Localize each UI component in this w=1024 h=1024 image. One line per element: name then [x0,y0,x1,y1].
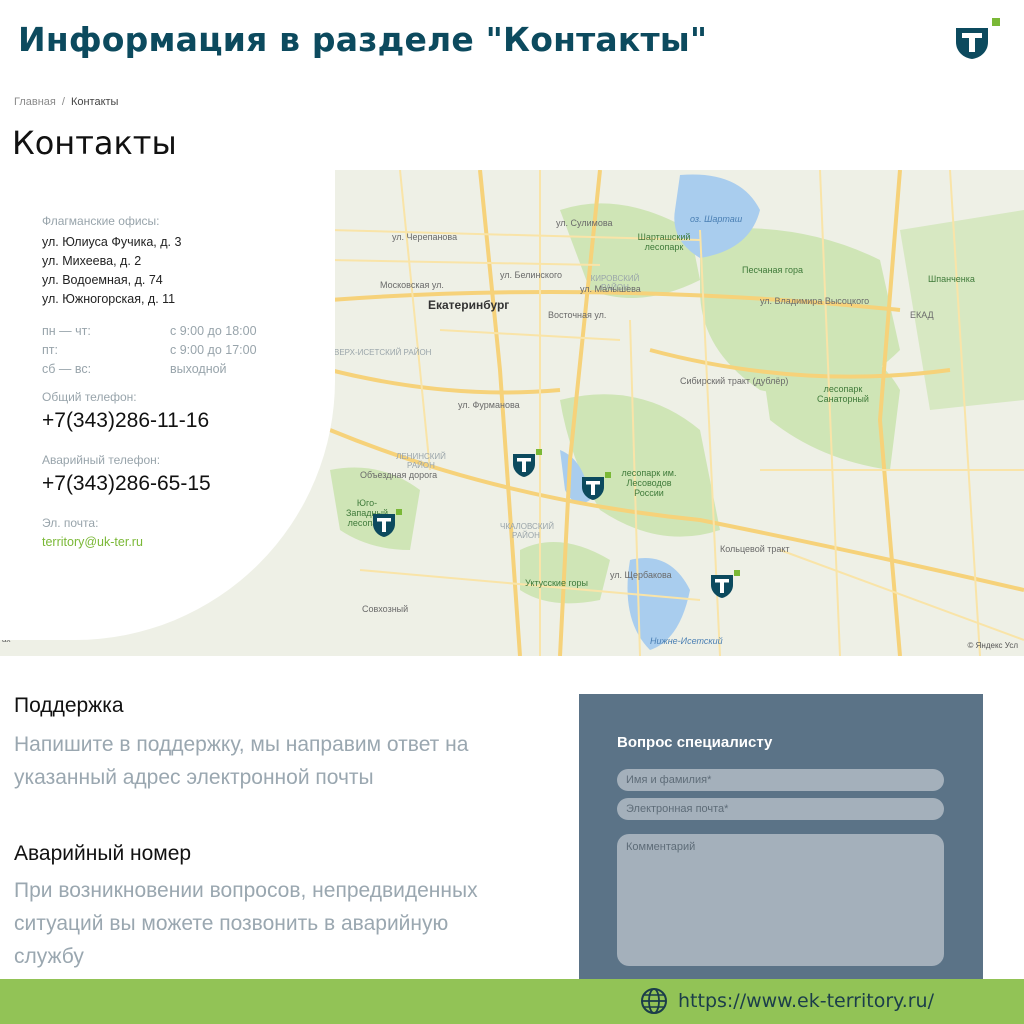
hours-time: с 9:00 до 17:00 [170,343,257,357]
map-copyright[interactable]: © Яндекс Усл [968,641,1018,650]
company-marker-icon[interactable] [372,509,402,539]
hours-days: пт: [42,343,58,357]
brand-logo-icon [956,18,1000,59]
map-district-label: Верх-Исетский район [334,348,432,357]
email-block: Эл. почта: territory@uk-ter.ru [42,516,335,549]
map-park-label: Уктусские горы [525,578,589,588]
general-phone-link[interactable]: +7(343)286-11-16 [42,409,335,433]
map-street-label: Сибирский тракт (дублёр) [680,376,789,386]
map-street-label: ул. Малышева [580,284,641,294]
email-link[interactable]: territory@uk-ter.ru [42,535,335,549]
working-hours: пн — чт: с 9:00 до 18:00 пт: с 9:00 до 17:… [42,323,335,378]
map-street-label: Объездная дорога [360,470,438,480]
banner-title: Информация в разделе "Контакты" [18,20,708,59]
contacts-map[interactable]: Екатеринбург оз. Шарташ Шарташский лесоп… [0,170,1024,656]
breadcrumb: Главная / Контакты [14,96,118,108]
map-street-label: Совхозный [362,604,409,614]
office-address: ул. Юлиуса Фучика, д. 3 [42,235,182,249]
emergency-title: Аварийный номер [14,842,192,865]
emergency-phone-block: Аварийный телефон: +7(343)286-65-15 [42,453,335,496]
breadcrumb-current: Контакты [70,96,119,108]
map-park-label: Шарташский лесопарк [637,232,691,252]
map-street-label: ул. Владимира Высоцкого [760,296,870,306]
support-text: Напишите в поддержку, мы направим ответ … [14,733,469,789]
map-district-label: Чкаловский район [500,522,554,540]
emergency-phone-link[interactable]: +7(343)286-65-15 [42,472,335,496]
map-street-label: Кольцевой тракт [720,544,790,554]
map-street-label: ул. Черепанова [392,232,458,242]
map-water-label: Нижне-Исетский [650,636,723,646]
company-marker-icon[interactable] [512,449,542,479]
office-address: ул. Южногорская, д. 11 [42,292,176,306]
question-form: Вопрос специалисту [579,694,983,984]
map-park-label: лесопарк им. Лесоводов России [621,468,677,498]
map-street-label: ул. Щербакова [610,570,672,580]
emergency-phone-label: Аварийный телефон: [42,453,161,467]
office-address: ул. Михеева, д. 2 [42,254,142,268]
hours-days: пн — чт: [42,324,91,338]
map-street-label: ул. Фурманова [458,400,520,410]
office-address: ул. Водоемная, д. 74 [42,273,163,287]
map-park-label: Песчаная гора [742,265,804,275]
offices-label: Флагманские офисы: [42,214,160,228]
map-city-label: Екатеринбург [428,298,510,312]
email-label: Эл. почта: [42,516,99,530]
hours-time: с 9:00 до 18:00 [170,324,257,338]
name-field[interactable] [617,769,944,791]
company-marker-icon[interactable] [581,472,611,502]
hours-days: сб — вс: [42,362,92,376]
map-street-label: Восточная ул. [548,310,607,320]
comment-field[interactable] [617,834,944,966]
map-street-label: Московская ул. [380,280,444,290]
footer-band: https://www.ek-territory.ru/ [0,979,1024,1024]
hours-time: выходной [170,362,227,376]
map-lake-label: оз. Шарташ [690,214,743,224]
form-title: Вопрос специалисту [617,734,773,751]
general-phone-block: Общий телефон: +7(343)286-11-16 [42,390,335,433]
emergency-text: При возникновении вопросов, непредвиденн… [14,879,478,968]
breadcrumb-home-link[interactable]: Главная [14,96,56,108]
general-phone-label: Общий телефон: [42,390,137,404]
email-field[interactable] [617,798,944,820]
footer-url-link[interactable]: https://www.ek-territory.ru/ [678,990,934,1012]
globe-icon [641,988,667,1014]
map-park-label: лесопарк Санаторный [817,384,869,404]
map-district-label: Ленинский район [396,452,446,470]
support-title: Поддержка [14,694,124,717]
company-marker-icon[interactable] [710,570,740,600]
page-title: Контакты [12,124,177,162]
map-street-label: ул. Сулимова [556,218,613,228]
map-street-label: ул. Белинского [500,270,563,280]
map-street-label: ЕКАД [910,310,934,320]
map-park-label: Шпанченка [928,274,975,284]
contacts-infographic: Информация в разделе "Контакты" Главная /… [0,0,1024,1024]
breadcrumb-separator: / [61,96,65,108]
footer-site: https://www.ek-territory.ru/ [640,987,934,1015]
